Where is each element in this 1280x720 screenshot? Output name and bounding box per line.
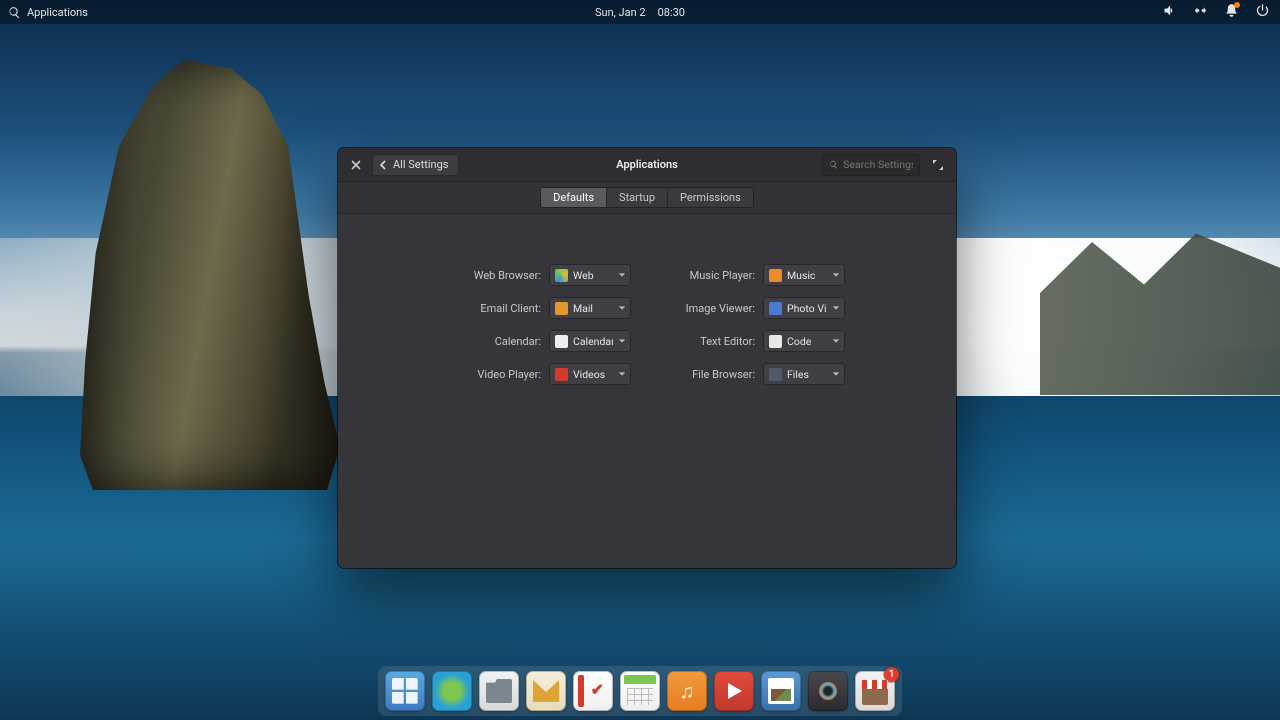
search-icon [8,6,21,19]
applications-menu-label: Applications [27,6,88,19]
combo-text-editor-value: Code [787,335,827,348]
label-text-editor: Text Editor: [663,335,755,348]
dock-tasks[interactable] [573,671,613,711]
all-settings-back-button[interactable]: All Settings [372,154,459,176]
settings-search-input[interactable] [843,158,913,171]
arrow-left-icon [379,160,389,170]
dock-appcenter[interactable]: 1 [855,671,895,711]
tab-permissions[interactable]: Permissions [668,188,753,207]
dock-multitasking[interactable] [385,671,425,711]
combo-file-browser-value: Files [787,368,827,381]
window-titlebar[interactable]: All Settings Applications [338,148,956,182]
label-email-client: Email Client: [449,302,541,315]
chevron-down-icon [832,304,840,312]
power-icon [1255,3,1270,18]
label-file-browser: File Browser: [663,368,755,381]
dock: 1 [378,666,902,716]
close-icon [351,160,361,170]
dock-web[interactable] [432,671,472,711]
panel-date: Sun, Jan 2 [595,6,646,19]
chevron-down-icon [618,337,626,345]
window-maximize-button[interactable] [928,155,948,175]
chevron-down-icon [618,370,626,378]
combo-image-viewer-value: Photo Viewer [787,302,827,315]
dock-music[interactable] [667,671,707,711]
bell-icon [1224,3,1239,18]
combo-email-client[interactable]: Mail [549,297,631,319]
combo-file-browser[interactable]: Files [763,363,845,385]
volume-indicator[interactable] [1162,3,1177,21]
dock-camera[interactable] [808,671,848,711]
combo-calendar[interactable]: Calendar [549,330,631,352]
applications-tab-bar: Defaults Startup Permissions [338,182,956,214]
network-icon [1193,3,1208,18]
combo-music-player-value: Music [787,269,827,282]
dock-calendar[interactable] [620,671,660,711]
dock-mail[interactable] [526,671,566,711]
search-icon [829,159,838,170]
tab-defaults[interactable]: Defaults [541,188,607,207]
settings-search-field[interactable] [822,154,920,176]
notifications-indicator[interactable] [1224,3,1239,21]
web-icon [555,269,568,282]
panel-time: 08:30 [658,6,685,19]
chevron-down-icon [618,271,626,279]
calendar-icon [555,335,568,348]
label-image-viewer: Image Viewer: [663,302,755,315]
back-button-label: All Settings [393,158,448,171]
combo-video-player-value: Videos [573,368,613,381]
label-video-player: Video Player: [449,368,541,381]
chevron-down-icon [618,304,626,312]
label-calendar: Calendar: [449,335,541,348]
clock-button[interactable]: Sun, Jan 2 08:30 [595,0,685,24]
files-icon [769,368,782,381]
window-close-button[interactable] [346,155,366,175]
defaults-pane: Web Browser: Web Email Client: Mail [338,214,956,568]
combo-calendar-value: Calendar [573,335,613,348]
videos-icon [555,368,568,381]
dock-appcenter-badge: 1 [884,667,899,682]
combo-email-client-value: Mail [573,302,613,315]
combo-video-player[interactable]: Videos [549,363,631,385]
tab-startup[interactable]: Startup [607,188,668,207]
combo-music-player[interactable]: Music [763,264,845,286]
session-indicator[interactable] [1255,3,1270,21]
dock-videos[interactable] [714,671,754,711]
applications-menu-button[interactable]: Applications [8,6,88,19]
combo-image-viewer[interactable]: Photo Viewer [763,297,845,319]
window-title: Applications [616,158,678,171]
speaker-icon [1162,3,1177,18]
network-indicator[interactable] [1193,3,1208,21]
music-icon [769,269,782,282]
label-music-player: Music Player: [663,269,755,282]
mail-icon [555,302,568,315]
dock-photos[interactable] [761,671,801,711]
combo-web-browser[interactable]: Web [549,264,631,286]
dock-files[interactable] [479,671,519,711]
photo-viewer-icon [769,302,782,315]
combo-text-editor[interactable]: Code [763,330,845,352]
system-settings-window: All Settings Applications Defaults Start… [338,148,956,568]
label-web-browser: Web Browser: [449,269,541,282]
chevron-down-icon [832,337,840,345]
maximize-icon [932,159,944,171]
chevron-down-icon [832,271,840,279]
chevron-down-icon [832,370,840,378]
combo-web-browser-value: Web [573,269,613,282]
code-icon [769,335,782,348]
top-panel: Applications Sun, Jan 2 08:30 [0,0,1280,24]
